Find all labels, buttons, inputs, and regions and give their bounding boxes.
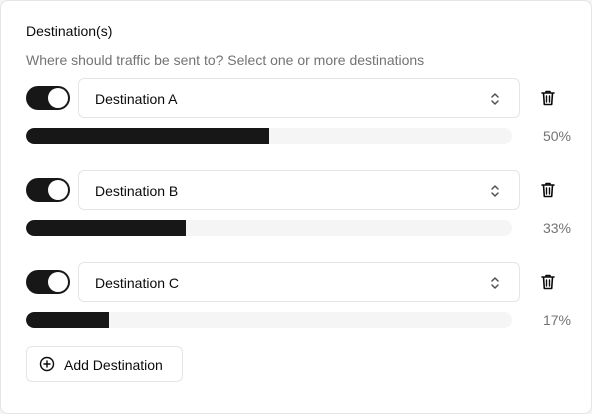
destinations-card: Destination(s) Where should traffic be s… bbox=[0, 0, 592, 414]
chevrons-up-down-icon bbox=[491, 185, 499, 197]
destination-select[interactable]: Destination B bbox=[78, 170, 520, 210]
traffic-share-bar bbox=[26, 128, 512, 144]
trash-icon[interactable] bbox=[538, 88, 558, 108]
traffic-share-bar bbox=[26, 312, 512, 328]
traffic-share-percent: 33% bbox=[542, 220, 571, 236]
plus-circle-icon bbox=[39, 356, 55, 372]
destination-row: Destination B 33% bbox=[26, 170, 571, 242]
trash-icon[interactable] bbox=[538, 180, 558, 200]
destination-select-value: Destination C bbox=[95, 275, 180, 291]
traffic-share-percent: 50% bbox=[542, 128, 571, 144]
chevrons-up-down-icon bbox=[491, 277, 499, 289]
add-destination-button[interactable]: Add Destination bbox=[26, 346, 183, 382]
destination-select[interactable]: Destination C bbox=[78, 262, 520, 302]
traffic-share-fill bbox=[26, 220, 187, 236]
destination-toggle[interactable] bbox=[26, 178, 70, 202]
toggle-knob bbox=[48, 272, 68, 292]
add-destination-label: Add Destination bbox=[64, 357, 163, 373]
destination-toggle[interactable] bbox=[26, 86, 70, 110]
destination-row: Destination A 50% bbox=[26, 78, 571, 150]
chevrons-up-down-icon bbox=[491, 93, 499, 105]
traffic-share-bar bbox=[26, 220, 512, 236]
destination-select[interactable]: Destination A bbox=[78, 78, 520, 118]
destination-select-value: Destination B bbox=[95, 183, 179, 199]
destination-toggle[interactable] bbox=[26, 270, 70, 294]
traffic-share-percent: 17% bbox=[542, 312, 571, 328]
traffic-share-fill bbox=[26, 128, 269, 144]
trash-icon[interactable] bbox=[538, 272, 558, 292]
section-subtitle: Where should traffic be sent to? Select … bbox=[26, 52, 425, 68]
toggle-knob bbox=[48, 88, 68, 108]
section-title: Destination(s) bbox=[26, 23, 113, 39]
destination-select-value: Destination A bbox=[95, 91, 178, 107]
toggle-knob bbox=[48, 180, 68, 200]
destination-row: Destination C 17% bbox=[26, 262, 571, 334]
traffic-share-fill bbox=[26, 312, 109, 328]
